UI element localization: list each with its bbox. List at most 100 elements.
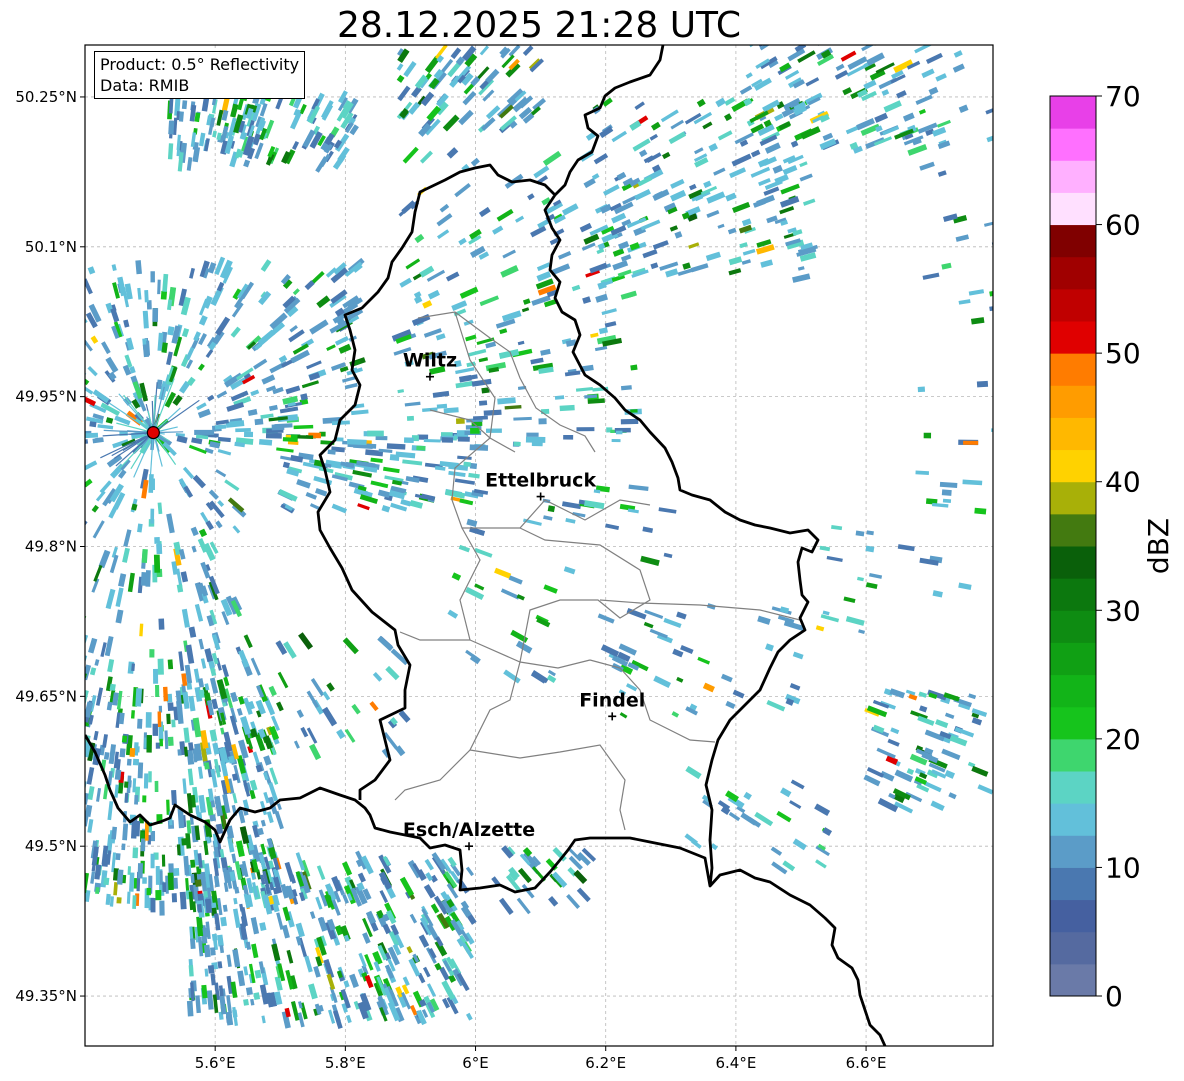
echo-cell	[171, 719, 176, 728]
echo-cell	[26, 737, 36, 754]
echo-cell	[417, 434, 429, 440]
echo-cell	[188, 742, 194, 751]
echo-cell	[142, 795, 147, 803]
echo-cell	[526, 432, 539, 437]
lon-tick-label: 6.4°E	[715, 1054, 756, 1072]
echo-cell	[559, 404, 575, 412]
lon-tick-label: 6°E	[462, 1054, 489, 1072]
echo-cell	[134, 746, 140, 753]
product-info-box: Product: 0.5° Reflectivity Data: RMIB	[94, 51, 306, 99]
echo-cell	[22, 755, 31, 767]
echo-cell	[38, 802, 44, 811]
echo-cell	[150, 853, 155, 869]
echo-cell	[67, 757, 75, 776]
echo-cell	[58, 724, 67, 739]
echo-cell	[146, 887, 152, 896]
echo-cell	[103, 877, 110, 886]
echo-cell	[48, 805, 54, 814]
city-label: Wiltz	[403, 350, 457, 372]
echo-cell	[195, 879, 202, 887]
echo-cell	[168, 120, 175, 135]
echo-cell	[150, 897, 156, 913]
echo-cell	[85, 548, 86, 558]
colorbar: 0 10 20 30 40 50 60 70 dBZ	[1049, 80, 1175, 1013]
echo-cell	[132, 847, 139, 859]
echo-cell	[897, 25, 917, 39]
echo-cell	[129, 747, 136, 757]
echo-cell	[131, 663, 136, 671]
echo-cell	[49, 870, 54, 878]
echo-cell	[159, 900, 165, 916]
echo-cell	[29, 854, 38, 867]
echo-cell	[19, 715, 27, 725]
city-label: Ettelbruck	[485, 470, 596, 492]
echo-cell	[375, 435, 388, 441]
echo-cell	[17, 788, 24, 801]
lon-tick-label: 6.2°E	[585, 1054, 626, 1072]
echo-cell	[141, 548, 148, 564]
echo-cell	[976, 380, 989, 388]
colorbar-segment	[1050, 96, 1096, 129]
colorbar-segment	[1050, 385, 1096, 418]
echo-cell	[18, 748, 26, 759]
echo-cell	[85, 269, 87, 287]
echo-cell	[994, 122, 1003, 128]
echo-cell	[158, 618, 165, 630]
echo-cell	[50, 879, 56, 888]
echo-cell	[297, 435, 314, 439]
echo-cell	[135, 688, 143, 707]
colorbar-segment	[1050, 610, 1096, 643]
echo-cell	[917, 386, 926, 393]
echo-cell	[576, 427, 595, 432]
echo-cell	[386, 443, 406, 450]
colorbar-segment	[1050, 224, 1096, 258]
colorbar-segment	[1050, 963, 1096, 997]
echo-cell	[194, 429, 215, 435]
echo-cell	[50, 712, 58, 721]
echo-cell	[73, 874, 80, 885]
echo-cell	[48, 891, 55, 905]
echo-cell	[167, 872, 174, 891]
echo-cell	[137, 718, 143, 729]
echo-cell	[152, 308, 159, 322]
echo-cell	[62, 709, 70, 723]
echo-cell	[167, 659, 174, 670]
echo-cell	[148, 771, 152, 783]
map-background	[85, 45, 993, 1046]
echo-cell	[148, 474, 154, 493]
lat-tick-label: 49.5°N	[25, 837, 77, 855]
echo-cell	[35, 875, 43, 895]
echo-cell	[611, 438, 621, 443]
echo-cell	[974, 507, 987, 515]
lat-tick-label: 49.8°N	[25, 537, 77, 555]
echo-cell	[144, 290, 149, 303]
echo-cell	[130, 710, 135, 719]
echo-cell	[23, 868, 32, 884]
echo-cell	[485, 428, 502, 433]
echo-cell	[50, 818, 56, 825]
echo-cell	[64, 733, 74, 751]
echo-cell	[95, 887, 100, 895]
echo-cell	[152, 723, 159, 736]
echo-cell	[45, 856, 53, 875]
lat-tick-label: 49.95°N	[15, 388, 77, 406]
echo-cell	[135, 820, 141, 837]
echo-cell	[167, 736, 174, 746]
echo-cell	[156, 543, 163, 555]
echo-cell	[53, 880, 58, 891]
echo-cell	[153, 554, 161, 573]
echo-cell	[137, 863, 143, 879]
colorbar-tick-label: 50	[1105, 337, 1141, 370]
echo-cell	[161, 854, 166, 867]
echo-cell	[872, 45, 884, 46]
echo-cell	[34, 859, 42, 878]
echo-cell	[155, 684, 160, 698]
echo-cell	[59, 764, 67, 773]
colorbar-segment	[1050, 706, 1096, 740]
echo-cell	[74, 736, 81, 753]
lat-tick-label: 50.1°N	[25, 238, 77, 256]
colorbar-tick-label: 70	[1105, 80, 1141, 113]
echo-cell	[620, 418, 639, 425]
echo-cell	[126, 758, 132, 766]
echo-cell	[49, 786, 58, 806]
